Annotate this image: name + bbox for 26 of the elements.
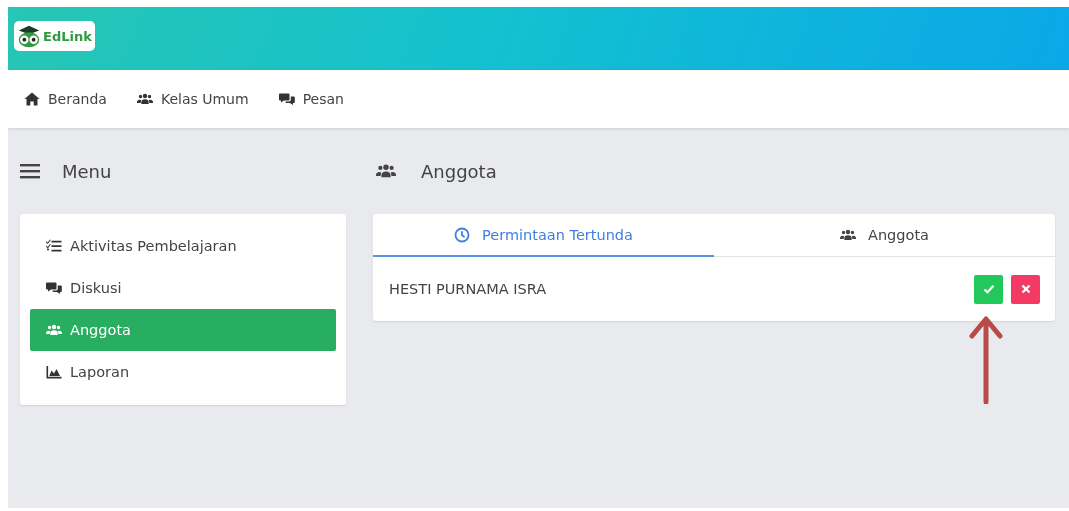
- menu-item[interactable]: Diskusi: [30, 267, 336, 309]
- chat-icon: [278, 91, 295, 107]
- close-icon: [1019, 283, 1032, 295]
- accept-button[interactable]: [974, 274, 1003, 304]
- check-icon: [982, 283, 995, 295]
- users-icon: [46, 322, 62, 338]
- users-icon: [136, 91, 153, 107]
- nav-link[interactable]: Kelas Umum: [136, 91, 249, 107]
- area-chart-icon: [46, 364, 62, 380]
- clock-icon: [454, 226, 471, 243]
- checklist-icon: [46, 238, 62, 254]
- nav-link[interactable]: Beranda: [24, 91, 107, 107]
- tab[interactable]: Anggota: [714, 214, 1055, 257]
- tab[interactable]: Permintaan Tertunda: [373, 214, 714, 257]
- section-title: Anggota: [421, 160, 497, 182]
- member-name: HESTI PURNAMA ISRA: [389, 281, 547, 297]
- nav-link[interactable]: Pesan: [278, 91, 344, 107]
- menu-item[interactable]: Aktivitas Pembelajaran: [30, 225, 336, 267]
- menu-item[interactable]: Laporan: [30, 351, 336, 393]
- logo-text: EdLink: [43, 28, 92, 44]
- home-icon: [24, 91, 40, 107]
- logo[interactable]: EdLink: [14, 21, 95, 51]
- reject-button[interactable]: [1011, 274, 1040, 304]
- menu-icon[interactable]: [20, 163, 40, 179]
- chat-icon: [46, 280, 62, 296]
- menu-title: Menu: [62, 160, 112, 182]
